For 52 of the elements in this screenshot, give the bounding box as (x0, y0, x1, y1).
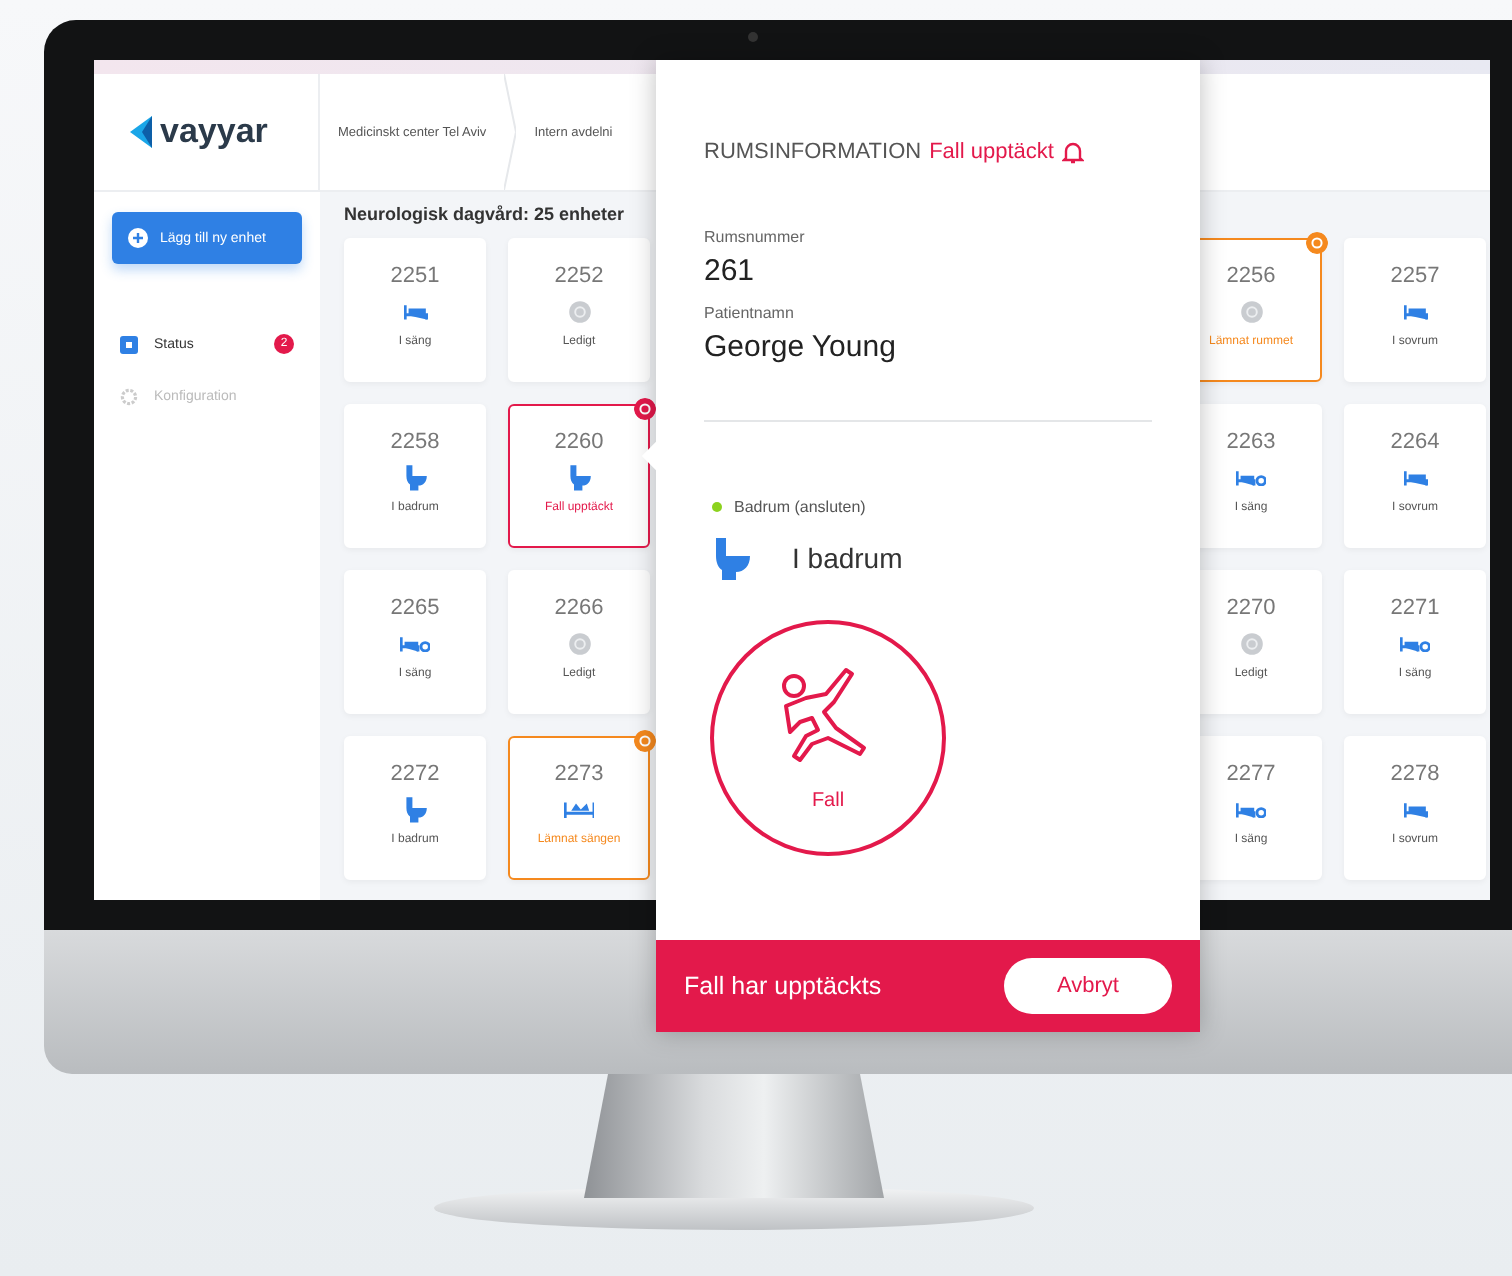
event-label: Fall (811, 789, 845, 811)
camera-dot (748, 32, 758, 42)
bed-icon (1235, 801, 1267, 819)
bed-icon (403, 303, 427, 321)
toilet-icon (567, 464, 591, 492)
bed-icon (1235, 469, 1267, 487)
location-label: I badrum (792, 542, 903, 574)
room-number: 2264 (1390, 430, 1440, 454)
question-circle-icon (567, 632, 591, 656)
bell-icon (1061, 140, 1084, 164)
room-number-label: Rumsnummer (704, 228, 807, 246)
room-number: 2271 (1390, 596, 1440, 620)
patient-name-value: George Young (704, 330, 898, 364)
bed-icon (1403, 801, 1427, 819)
question-circle-icon (1239, 300, 1263, 324)
toilet-icon (712, 536, 752, 580)
status-icon (120, 335, 138, 353)
room-number-value: 261 (704, 254, 757, 288)
alert-text: Fall upptäckt (929, 140, 1054, 164)
question-circle-icon (567, 300, 591, 324)
bed-icon (399, 635, 431, 653)
room-number: 2265 (390, 596, 440, 620)
room-number: 2272 (390, 762, 440, 786)
question-circle-icon (1239, 632, 1263, 656)
room-number: 2257 (1390, 264, 1440, 288)
panel-title: RUMSINFORMATION (704, 140, 922, 164)
bed-icon (1399, 635, 1431, 653)
room-number: 2278 (1390, 762, 1440, 786)
room-number: 2260 (554, 430, 604, 454)
logo-icon (126, 116, 154, 148)
toilet-icon (403, 796, 427, 824)
cancel-button[interactable]: Avbryt (1004, 958, 1172, 1014)
ward-title: Neurologisk dagvård: 25 enheter (344, 204, 627, 224)
bed-icon (1403, 303, 1427, 321)
patient-name-label: Patientnamn (704, 304, 796, 322)
room-number: 2251 (390, 264, 440, 288)
empty-bed-icon (563, 800, 595, 820)
toilet-icon (403, 464, 427, 492)
room-number: 2258 (390, 430, 440, 454)
footer-message: Fall har upptäckts (684, 972, 882, 1000)
room-number: 2270 (1226, 596, 1276, 620)
bed-icon (1403, 469, 1427, 487)
room-number: 2256 (1226, 264, 1276, 288)
plus-circle-icon (128, 228, 148, 248)
sensor-label: Badrum (ansluten) (734, 498, 866, 516)
room-number: 2266 (554, 596, 604, 620)
room-number: 2263 (1226, 430, 1276, 454)
settings-icon (120, 387, 138, 405)
logo-text: vayyar (160, 112, 268, 152)
room-number: 2277 (1226, 762, 1276, 786)
room-number: 2273 (554, 762, 604, 786)
room-number: 2252 (554, 264, 604, 288)
